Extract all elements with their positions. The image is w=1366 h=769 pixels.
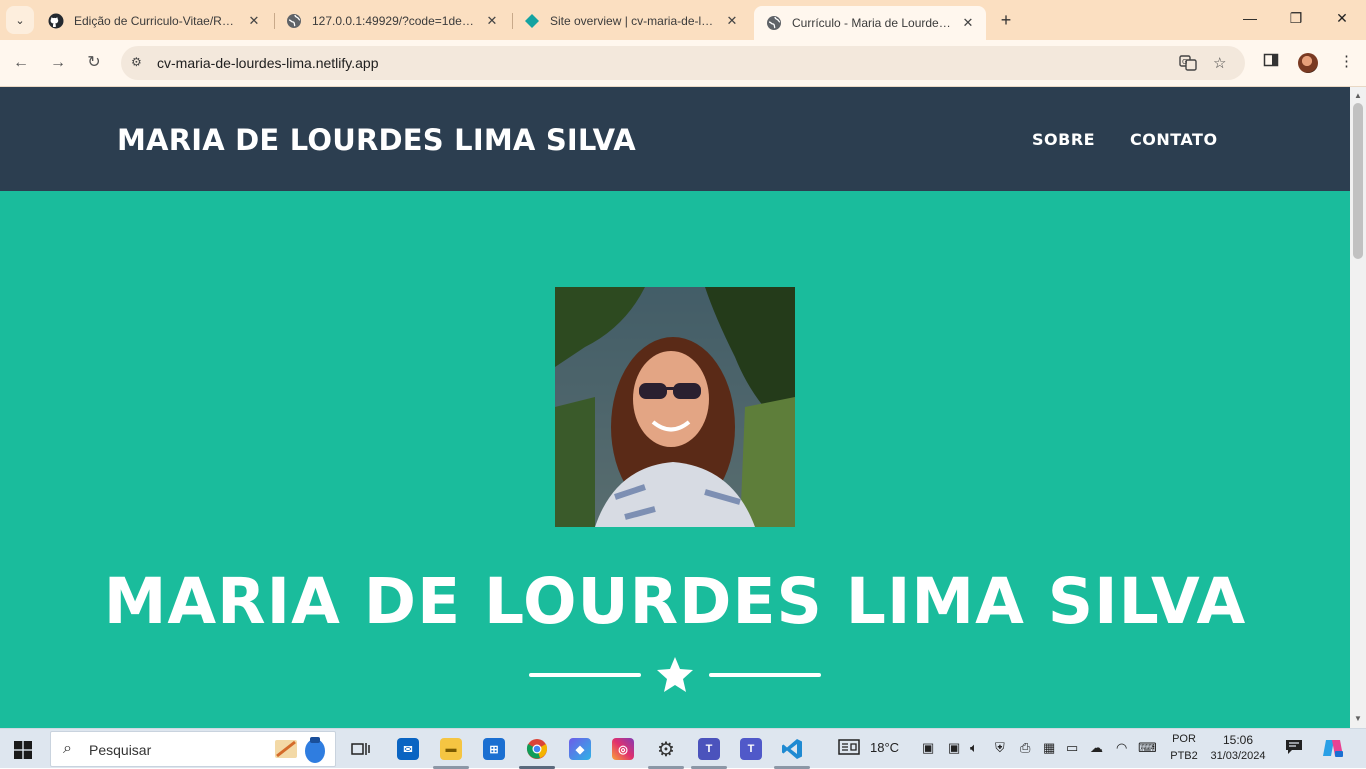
reload-button[interactable]: ↻ <box>83 52 105 74</box>
chrome-icon[interactable] <box>522 735 552 763</box>
address-bar[interactable]: ⚙ cv-maria-de-lourdes-lima.netlify.app G… <box>121 46 1245 80</box>
windows-taskbar: ⌕ Pesquisar ✉ ▬ ⊞ ◆ ◎ ⚙ T T 18°C ▣ ▣ 🔈︎ … <box>0 728 1366 769</box>
nav-link-sobre[interactable]: SOBRE <box>1032 130 1095 149</box>
globe-icon <box>766 15 782 31</box>
close-tab-icon[interactable]: ✕ <box>246 13 262 29</box>
tab-search-button[interactable]: ⌄ <box>6 6 34 34</box>
weather-temp[interactable]: 18°C <box>870 740 899 755</box>
wifi-icon[interactable]: ◠ <box>1116 740 1127 756</box>
reload-icon: ↻ <box>87 54 101 71</box>
weather-news-icon[interactable] <box>838 739 860 758</box>
globe-icon <box>286 13 302 29</box>
bookmark-star-icon[interactable]: ☆ <box>1213 54 1226 72</box>
search-placeholder: Pesquisar <box>89 742 152 758</box>
security-shield-icon[interactable]: ⛨ <box>995 740 1005 756</box>
app-tray-icon[interactable]: ▦ <box>1043 740 1055 756</box>
search-icon: ⌕ <box>63 740 72 757</box>
translate-icon[interactable]: G <box>1179 54 1197 76</box>
close-tab-icon[interactable]: ✕ <box>960 15 976 31</box>
teams-icon[interactable]: T <box>736 735 766 763</box>
star-icon <box>657 657 693 692</box>
arrow-left-icon: ← <box>13 54 29 71</box>
input-language[interactable]: POR <box>1168 733 1200 745</box>
forward-button[interactable]: → <box>47 52 69 74</box>
site-brand[interactable]: MARIA DE LOURDES LIMA SILVA <box>117 123 636 157</box>
battery-icon[interactable]: ▭ <box>1066 740 1078 756</box>
microsoft-store-icon[interactable]: ⊞ <box>479 735 509 763</box>
windows-start-icon[interactable] <box>14 741 32 759</box>
close-tab-icon[interactable]: ✕ <box>724 13 740 29</box>
browser-toolbar: ← → ↻ ⚙ cv-maria-de-lourdes-lima.netlify… <box>0 40 1366 87</box>
browser-tab-strip: ⌄ Edição de Curriculo-Vitae/README ✕ 127… <box>0 0 1366 40</box>
netlify-icon <box>524 13 540 29</box>
github-icon <box>48 13 64 29</box>
clock-time[interactable]: 15:06 <box>1208 733 1268 747</box>
arrow-right-icon: → <box>50 54 66 71</box>
clock-date[interactable]: 31/03/2024 <box>1205 750 1271 762</box>
keyboard-icon[interactable]: ⌨ <box>1138 740 1157 756</box>
notification-icon[interactable] <box>1285 739 1303 758</box>
instagram-icon[interactable]: ◎ <box>608 735 638 763</box>
tab-title: 127.0.0.1:49929/?code=1de6da <box>312 14 478 28</box>
svg-text:G: G <box>1182 58 1187 66</box>
volume-icon[interactable]: 🔈︎ <box>970 740 978 756</box>
close-window-button[interactable]: ✕ <box>1332 10 1352 27</box>
teams-classic-icon[interactable]: T <box>694 735 724 763</box>
settings-gear-icon[interactable]: ⚙ <box>651 735 681 763</box>
copilot-app-icon[interactable]: ◆ <box>565 735 595 763</box>
copilot-tray-icon[interactable] <box>1322 738 1344 761</box>
tab-title: Edição de Curriculo-Vitae/README <box>74 14 240 28</box>
onedrive-cloud-icon[interactable]: ☁ <box>1090 740 1103 756</box>
new-tab-button[interactable]: + <box>996 10 1016 31</box>
keyboard-layout[interactable]: PTB2 <box>1168 750 1200 762</box>
teams-tray-icon[interactable]: ▣ <box>922 740 934 756</box>
chevron-down-icon: ⌄ <box>15 14 25 27</box>
browser-tab[interactable]: 127.0.0.1:49929/?code=1de6da ✕ <box>274 6 510 36</box>
page-viewport: MARIA DE LOURDES LIMA SILVA SOBRE CONTAT… <box>0 87 1350 728</box>
task-view-icon[interactable] <box>346 735 376 763</box>
scroll-down-icon[interactable]: ▼ <box>1350 712 1366 726</box>
mail-app-icon[interactable]: ✉ <box>393 735 423 763</box>
teams-tray-icon[interactable]: ▣ <box>948 740 960 756</box>
url-text[interactable]: cv-maria-de-lourdes-lima.netlify.app <box>157 55 378 71</box>
minimize-button[interactable]: — <box>1240 10 1260 26</box>
hero-title: MARIA DE LOURDES LIMA SILVA <box>103 565 1247 638</box>
browser-tab-active[interactable]: Currículo - Maria de Lourdes Lima Silva … <box>754 6 986 40</box>
profile-photo <box>555 287 795 527</box>
vscode-icon[interactable] <box>777 735 807 763</box>
page-scrollbar[interactable]: ▲ ▼ <box>1350 87 1366 728</box>
taskbar-search-box[interactable]: ⌕ Pesquisar <box>50 731 336 767</box>
menu-kebab-icon[interactable]: ⋮ <box>1339 52 1354 70</box>
tab-title: Currículo - Maria de Lourdes Lima Silva <box>792 16 954 30</box>
meet-now-icon[interactable]: ⎙ <box>1020 740 1030 756</box>
browser-tab[interactable]: Site overview | cv-maria-de-lourdes ✕ <box>512 6 750 36</box>
side-panel-icon[interactable] <box>1263 52 1279 72</box>
site-navbar: MARIA DE LOURDES LIMA SILVA SOBRE CONTAT… <box>0 87 1350 191</box>
scroll-up-icon[interactable]: ▲ <box>1350 89 1366 103</box>
scrollbar-thumb[interactable] <box>1353 103 1363 259</box>
search-highlight-art-icon <box>275 737 325 763</box>
profile-avatar[interactable] <box>1298 53 1318 73</box>
back-button[interactable]: ← <box>10 52 32 74</box>
close-tab-icon[interactable]: ✕ <box>484 13 500 29</box>
tab-title: Site overview | cv-maria-de-lourdes <box>550 14 718 28</box>
divider-line-left <box>529 673 641 677</box>
restore-button[interactable]: ❐ <box>1286 10 1306 27</box>
divider-line-right <box>709 673 821 677</box>
site-settings-icon[interactable]: ⚙ <box>131 55 147 71</box>
file-explorer-icon[interactable]: ▬ <box>436 735 466 763</box>
nav-link-contato[interactable]: CONTATO <box>1130 130 1218 149</box>
browser-tab[interactable]: Edição de Curriculo-Vitae/README ✕ <box>36 6 272 36</box>
